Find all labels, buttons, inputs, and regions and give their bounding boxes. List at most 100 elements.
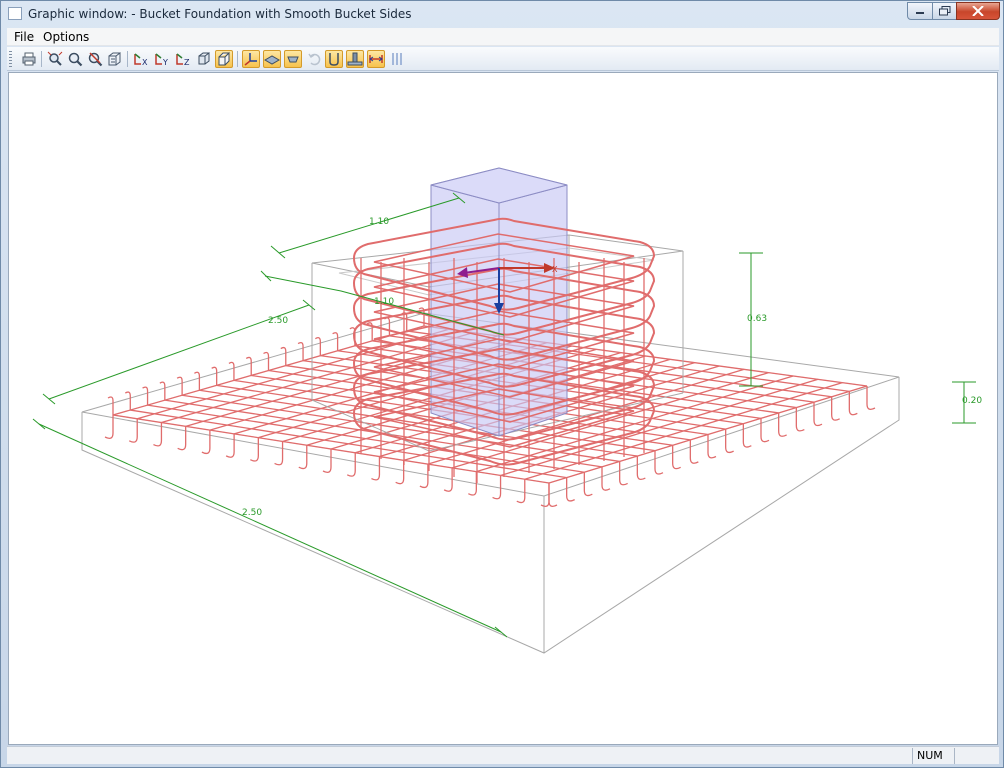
column-button[interactable] [346,50,364,68]
mesh-hook [124,391,131,411]
zoom-extents-icon [47,51,63,66]
axes-button[interactable] [242,50,260,68]
grid-cube-icon [108,52,121,66]
dimensions-button[interactable] [367,50,385,68]
mesh-hook [831,396,840,421]
dimension-icon [369,55,383,63]
axis-x-label: X [552,265,558,274]
dim-plate-thickness: 0.20 [962,396,982,406]
mesh-hook [225,433,235,458]
mesh-hook [245,356,252,376]
title-bar[interactable]: Graphic window: - Bucket Foundation with… [1,1,1003,27]
toolbar-grip[interactable] [9,51,12,67]
mesh-hook [322,449,332,473]
view-persp-button[interactable] [215,50,233,68]
mesh-hook [263,351,270,371]
close-button[interactable] [956,2,1000,20]
menu-file[interactable]: File [14,30,34,44]
mesh-hook [848,391,858,416]
mesh-hook [176,376,183,396]
mesh-hook [689,439,699,464]
print-button[interactable] [20,50,38,68]
window-title: Graphic window: - Bucket Foundation with… [28,7,412,21]
mesh-hook [636,456,646,481]
perspective-cube-icon [218,51,230,66]
mesh-hook [142,386,149,406]
plate-icon [264,55,280,65]
mesh-hook [583,472,593,497]
mesh-hook [395,460,405,485]
minimize-icon [916,12,924,14]
render-mode-button[interactable] [106,50,124,68]
cube-icon [198,52,210,65]
mesh-hook [619,461,628,486]
mesh-hook [601,466,611,491]
zoom-all-button[interactable] [46,50,64,68]
restore-icon [938,6,950,16]
zoom-button[interactable] [66,50,84,68]
mesh-hook [280,346,287,366]
stirrups-button[interactable] [325,50,343,68]
mesh-hook [250,437,259,462]
printer-icon [22,52,36,66]
mesh-hook [211,366,218,386]
mesh-hook [566,477,575,502]
reinforcement-list-button[interactable] [388,50,406,68]
close-icon [972,6,984,16]
mesh-hook [672,445,681,470]
mesh-hook [314,337,321,356]
view-x-button[interactable]: X [132,50,150,68]
view-x-icon: X [134,53,148,67]
status-num: NUM [912,748,954,764]
dim-plate-width-front: 2.50 [242,508,262,518]
bucket-button[interactable] [284,50,302,68]
mesh-hook [228,361,235,381]
bars-icon [392,53,402,65]
mesh-hook [159,381,166,401]
mesh-hook [332,332,339,351]
mesh-hook [104,415,114,439]
toolbar-separator [127,51,128,67]
toolbar-separator [41,51,42,67]
status-bar: NUM [7,746,999,764]
bucket-icon [287,56,299,63]
mesh-hook [194,371,201,391]
mesh-hook [274,441,284,466]
toolbar-separator [237,51,238,67]
stirrup-icon [329,53,339,66]
mesh-hook [371,456,381,481]
view-z-button[interactable]: Z [174,50,192,68]
status-empty [954,748,999,764]
svg-text:Z: Z [184,58,190,67]
mesh-hook [654,450,664,475]
svg-text:X: X [142,58,148,67]
menu-bar: File Options [7,28,999,46]
graphic-canvas[interactable]: X 1.10 1.10 2.50 2.50 0.63 0.20 [8,72,998,745]
minimize-button[interactable] [907,2,933,20]
view-iso-button[interactable] [195,50,213,68]
base-plate-button[interactable] [263,50,281,68]
mesh-hook [707,434,717,459]
mesh-hook [297,341,304,361]
toolbar: X Y Z [7,47,999,71]
mesh-hook [813,402,823,427]
mesh-hook [548,483,558,507]
dim-bucket-width-top: 1.10 [369,217,389,227]
svg-text:Y: Y [162,58,168,67]
mesh-hook [107,396,114,415]
view-y-icon: Y [155,53,168,67]
undo-button[interactable] [305,50,323,68]
mesh-hook [346,452,356,477]
mesh-hook [298,445,308,470]
mesh-hook [866,386,876,410]
view-y-button[interactable]: Y [153,50,171,68]
foundation-3d-view[interactable]: X 1.10 1.10 2.50 2.50 0.63 0.20 [9,73,997,744]
zoom-out-button[interactable] [86,50,104,68]
undo-icon [308,53,321,66]
window-icon [8,7,22,20]
maximize-button[interactable] [932,2,957,20]
mesh-hook [384,317,391,336]
dim-bucket-width-inner: 1.10 [374,297,394,307]
menu-options[interactable]: Options [43,30,89,44]
dim-bucket-height: 0.63 [747,314,767,324]
